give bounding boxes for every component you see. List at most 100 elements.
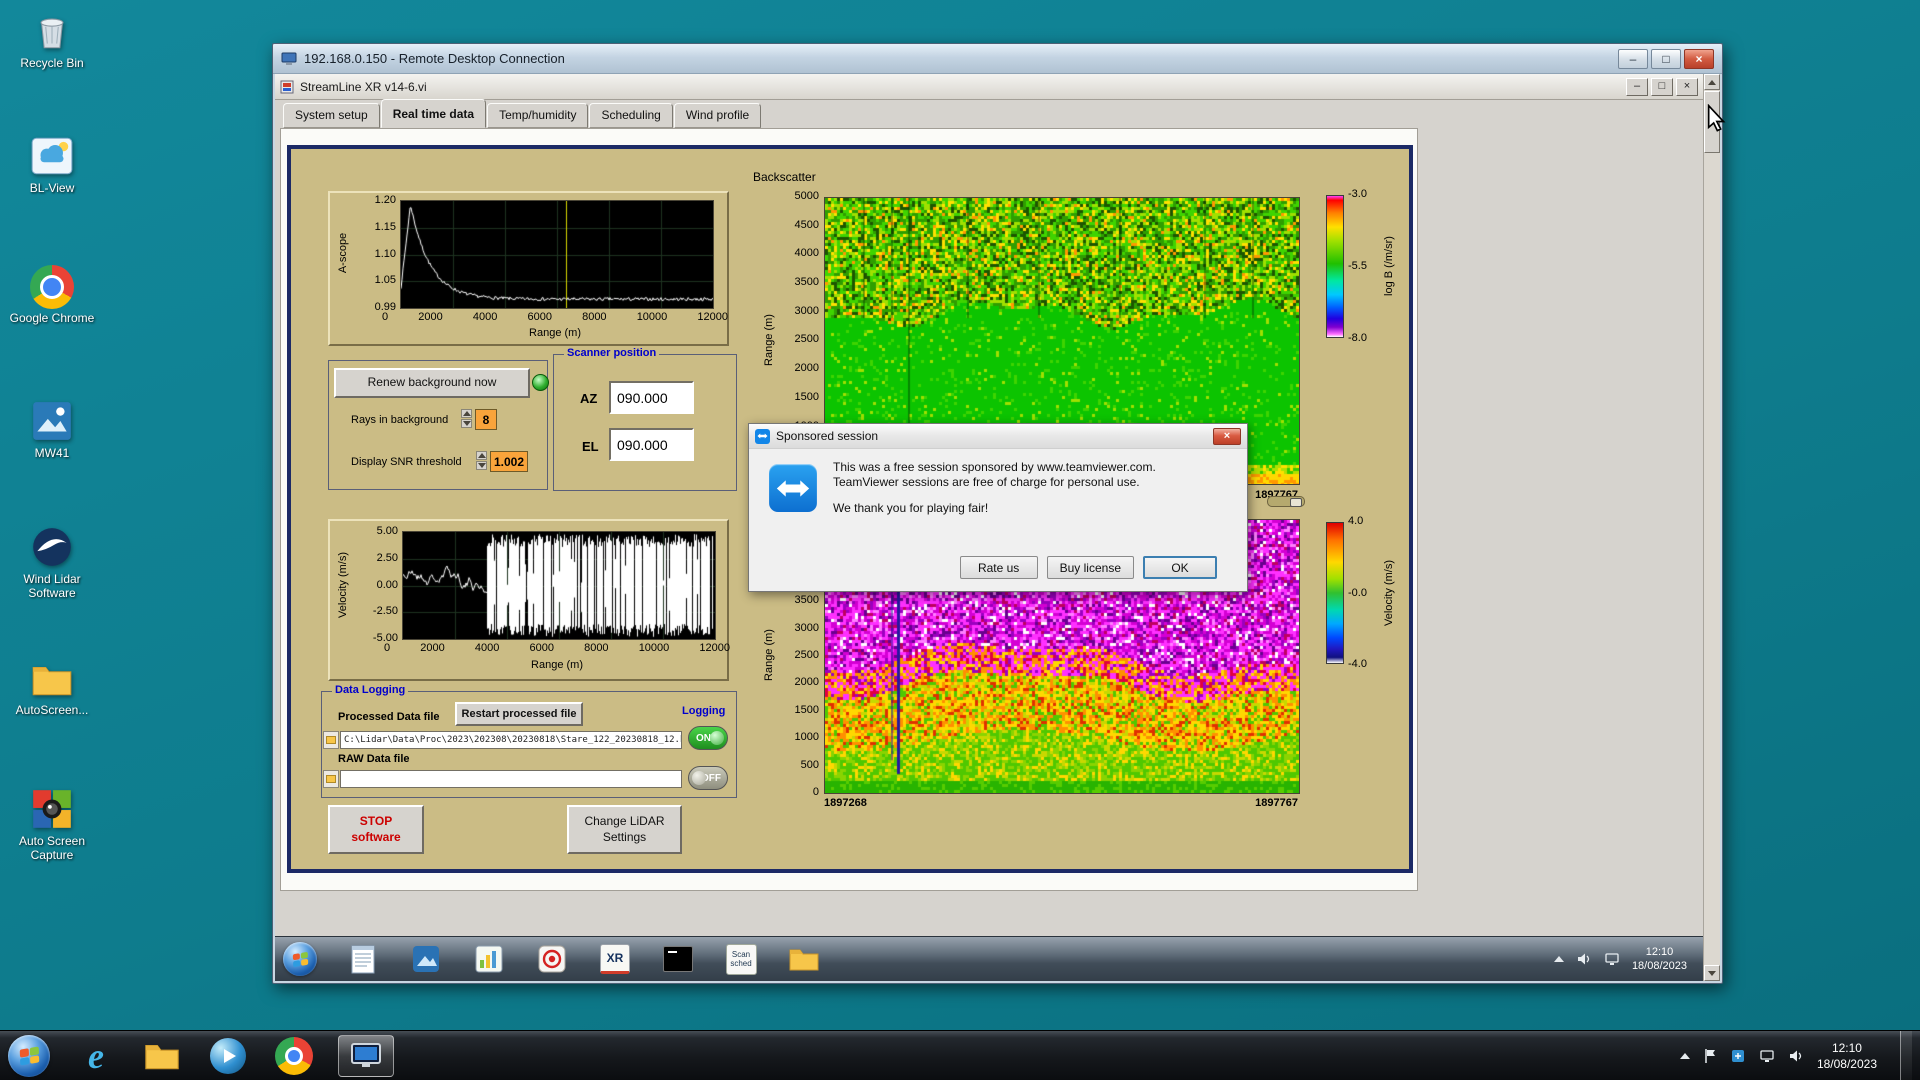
desktop-icon-auto-screen-capture[interactable]: Auto Screen Capture (4, 786, 100, 863)
tray-expand-icon[interactable] (1679, 1052, 1690, 1059)
az-field[interactable]: 090.000 (609, 381, 694, 414)
tab-wind-profile[interactable]: Wind profile (673, 103, 762, 128)
raw-path-field[interactable] (340, 770, 682, 788)
dialog-close-button[interactable]: × (1213, 427, 1241, 445)
remote-network-icon[interactable] (1604, 951, 1620, 967)
taskbar-item-remote-desktop-active[interactable] (338, 1034, 394, 1077)
remote-tray-expand-icon[interactable] (1553, 956, 1564, 962)
rdp-vertical-scrollbar[interactable] (1703, 74, 1720, 981)
tab-temp-humidity[interactable]: Temp/humidity (487, 103, 589, 128)
taskbar-item-chrome[interactable] (272, 1034, 316, 1078)
remote-start-button[interactable] (283, 942, 317, 976)
colorbar-tick: -3.0 (1348, 188, 1367, 200)
scrollbar-thumb[interactable] (1704, 91, 1720, 153)
processed-path-field[interactable]: C:\Lidar\Data\Proc\2023\202308\20230818\… (340, 731, 682, 749)
raw-logging-switch[interactable]: OFF (688, 766, 728, 790)
rdp-minimize-button[interactable]: – (1618, 48, 1648, 69)
desktop-icon-autoscreen[interactable]: AutoScreen... (4, 655, 100, 717)
network-icon[interactable] (1759, 1048, 1775, 1064)
y-tick: 1000 (794, 731, 819, 744)
logging-label: Logging (682, 705, 726, 717)
stop-button-line2: software (351, 829, 401, 844)
colorbar-tick: -4.0 (1348, 658, 1367, 670)
desktop-icon-label: Google Chrome (9, 311, 95, 325)
taskbar-item-media-player[interactable] (206, 1034, 250, 1078)
rdp-close-button[interactable]: × (1684, 48, 1714, 69)
remote-taskbar-item-explorer[interactable] (785, 941, 823, 977)
snr-spinner[interactable] (476, 451, 487, 470)
remote-volume-icon[interactable] (1576, 951, 1592, 967)
rays-spinner[interactable] (461, 409, 472, 428)
y-tick: -2.50 (372, 605, 398, 618)
renew-background-button[interactable]: Renew background now (334, 368, 530, 398)
raw-data-file-label: RAW Data file (338, 753, 410, 765)
system-tray: 12:10 18/08/2023 (1679, 1030, 1912, 1080)
y-tick: 3500 (794, 594, 819, 607)
raw-path-browse-icon[interactable] (323, 770, 339, 788)
remote-taskbar-item-record[interactable] (533, 941, 571, 977)
colorbar-tick: -5.5 (1348, 260, 1367, 272)
remote-taskbar-item-streamline-xr[interactable]: XR (596, 941, 634, 977)
start-button[interactable] (8, 1034, 50, 1077)
remote-taskbar-item-scan-scheduler[interactable]: Scan sched (722, 941, 760, 977)
ok-button[interactable]: OK (1143, 556, 1217, 579)
stop-software-button[interactable]: STOP software (328, 805, 424, 854)
remote-taskbar-item-command-prompt[interactable] (659, 941, 697, 977)
settings-button-line2: Settings (602, 829, 647, 844)
rdp-maximize-button[interactable]: □ (1651, 48, 1681, 69)
data-logging-title: Data Logging (332, 684, 409, 696)
change-lidar-settings-button[interactable]: Change LiDAR Settings (567, 805, 682, 854)
ascope-ylabel: A-scope (337, 232, 349, 274)
remote-clock[interactable]: 12:10 18/08/2023 (1632, 945, 1687, 973)
app-title: StreamLine XR v14-6.vi (300, 79, 427, 94)
velocity-xaxis: 0 2000 4000 6000 8000 10000 12000 (384, 643, 730, 654)
tray-app-icon[interactable] (1730, 1048, 1746, 1064)
chrome-icon (275, 1036, 313, 1075)
processed-path-browse-icon[interactable] (323, 731, 339, 749)
app-titlebar[interactable]: StreamLine XR v14-6.vi – □ × (275, 74, 1703, 100)
processed-logging-switch[interactable]: ON (688, 726, 728, 750)
velocity-colorbar-ticks: 4.0 -0.0 -4.0 (1348, 516, 1378, 670)
y-tick: 4500 (794, 218, 819, 231)
scanner-position-group: Scanner position AZ 090.000 EL 090.000 (553, 347, 737, 491)
desktop-icon-bl-view[interactable]: BL-View (4, 133, 100, 195)
snr-value[interactable]: 1.002 (490, 451, 528, 472)
clock[interactable]: 12:10 18/08/2023 (1817, 1040, 1877, 1072)
app-minimize-button[interactable]: – (1626, 77, 1648, 96)
rdp-titlebar[interactable]: 192.168.0.150 - Remote Desktop Connectio… (273, 44, 1722, 74)
desktop-icon-wind-lidar-software[interactable]: Wind Lidar Software (4, 524, 100, 601)
rays-value[interactable]: 8 (475, 409, 497, 430)
remote-taskbar-item-chart-app[interactable] (470, 941, 508, 977)
desktop-icon-google-chrome[interactable]: Google Chrome (4, 265, 100, 325)
tab-scheduling[interactable]: Scheduling (589, 103, 673, 128)
remote-taskbar-item-notepad[interactable] (344, 941, 382, 977)
desktop-icon-label: MW41 (34, 446, 70, 460)
windows-flag-icon (292, 951, 308, 967)
desktop-icon-mw41[interactable]: MW41 (4, 398, 100, 460)
taskbar-item-internet-explorer[interactable]: e (74, 1034, 118, 1078)
xr-icon: XR (600, 944, 630, 974)
show-desktop-button[interactable] (1900, 1030, 1912, 1080)
restart-processed-file-button[interactable]: Restart processed file (455, 702, 583, 726)
scroll-down-button[interactable] (1704, 965, 1720, 981)
taskbar-item-explorer[interactable] (140, 1034, 184, 1078)
app-restore-button[interactable]: □ (1651, 77, 1673, 96)
tab-system-setup[interactable]: System setup (283, 103, 380, 128)
tab-real-time-data[interactable]: Real time data (380, 99, 487, 128)
scroll-up-button[interactable] (1704, 74, 1720, 90)
rdp-icon (281, 52, 297, 65)
remote-taskbar-item-app-blue[interactable] (407, 941, 445, 977)
desktop-icon-label: BL-View (29, 181, 75, 195)
dialog-titlebar[interactable]: Sponsored session × (749, 424, 1247, 449)
buy-license-button[interactable]: Buy license (1046, 556, 1134, 579)
desktop-icon-label: Auto Screen Capture (18, 834, 86, 863)
el-field[interactable]: 090.000 (609, 428, 694, 461)
scan-scheduler-icon: Scan sched (725, 943, 757, 975)
volume-icon[interactable] (1788, 1048, 1804, 1064)
rate-us-button[interactable]: Rate us (959, 556, 1038, 579)
desktop-icon-recycle-bin[interactable]: Recycle Bin (4, 8, 100, 70)
app-close-button[interactable]: × (1676, 77, 1698, 96)
time-scroll-slider[interactable] (1267, 496, 1305, 507)
action-center-flag-icon[interactable] (1703, 1048, 1717, 1064)
teamviewer-dialog: Sponsored session × This was a free sess… (748, 423, 1248, 592)
